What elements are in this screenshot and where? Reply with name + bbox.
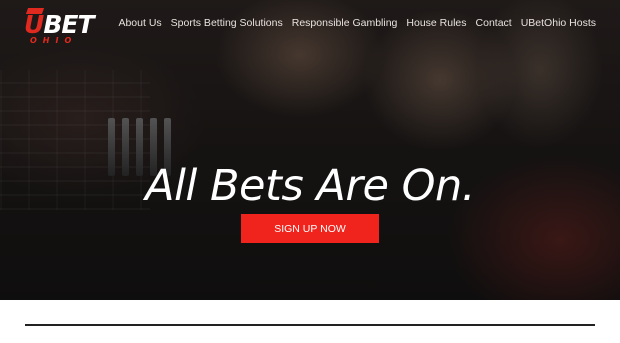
hero-banner: UBET OHIO About Us Sports Betting Soluti… [0,0,620,300]
nav-contact[interactable]: Contact [476,16,512,30]
main-nav: About Us Sports Betting Solutions Respon… [118,16,596,30]
nav-about-us[interactable]: About Us [118,16,161,30]
nav-house-rules[interactable]: House Rules [406,16,466,30]
logo-subtitle: OHIO [30,36,78,45]
nav-responsible-gambling[interactable]: Responsible Gambling [292,16,398,30]
sign-up-now-button[interactable]: SIGN UP NOW [241,214,379,243]
hero-headline: All Bets Are On. [145,161,475,211]
ubet-ohio-logo[interactable]: UBET OHIO [24,8,104,48]
nav-sports-betting-solutions[interactable]: Sports Betting Solutions [171,16,283,30]
nav-ubetohio-hosts[interactable]: UBetOhio Hosts [521,16,596,30]
section-divider [25,324,595,326]
logo-wordmark: UBET [24,10,95,39]
